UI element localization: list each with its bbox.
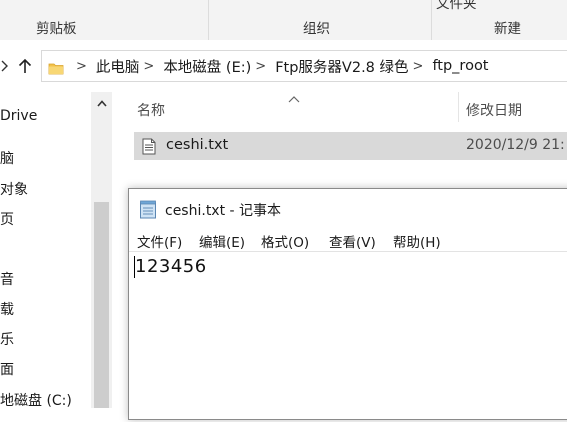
nav-item-desktop[interactable]: 面 — [0, 359, 14, 379]
nav-item-onedrive[interactable]: Drive — [0, 108, 37, 124]
up-button[interactable] — [14, 52, 36, 80]
notepad-window[interactable]: ceshi.txt - 记事本 文件(F) 编辑(E) 格式(O) 查看(V) … — [128, 188, 567, 420]
file-name: ceshi.txt — [166, 137, 229, 153]
back-button[interactable] — [0, 52, 14, 80]
breadcrumb-this-pc[interactable]: 此电脑 — [96, 56, 140, 77]
address-bar[interactable]: > 此电脑 > 本地磁盘 (E:) > Ftp服务器V2.8 绿色 > ftp_… — [41, 50, 567, 82]
menu-view[interactable]: 查看(V) — [329, 231, 376, 251]
breadcrumb-drive-e[interactable]: 本地磁盘 (E:) — [163, 56, 251, 77]
sort-ascending-icon — [288, 88, 300, 107]
chevron-right-icon[interactable]: > — [255, 59, 266, 74]
folder-icon — [48, 60, 64, 74]
nav-item-videos[interactable]: 页 — [0, 209, 14, 229]
menu-format[interactable]: 格式(O) — [261, 231, 309, 251]
nav-item-this-pc[interactable]: 脑 — [0, 148, 14, 168]
chevron-right-icon[interactable]: > — [143, 59, 154, 74]
ribbon: 剪贴板 组织 文件夹 新建 — [0, 0, 567, 41]
file-row[interactable]: ceshi.txt 2020/12/9 21: — [134, 132, 567, 160]
nav-item-music[interactable]: 乐 — [0, 329, 14, 349]
nav-scrollbar-thumb[interactable] — [94, 202, 109, 408]
breadcrumb-ftp-server[interactable]: Ftp服务器V2.8 绿色 — [275, 56, 408, 77]
notepad-title: ceshi.txt - 记事本 — [165, 203, 282, 219]
menu-file[interactable]: 文件(F) — [137, 231, 182, 251]
nav-item-3d-objects[interactable]: 对象 — [0, 179, 28, 199]
ribbon-group-organize[interactable]: 组织 — [303, 17, 330, 37]
nav-item-downloads[interactable]: 载 — [0, 299, 14, 319]
arrow-up-icon — [18, 58, 32, 73]
nav-item-documents[interactable]: 音 — [0, 269, 14, 289]
notepad-text-area[interactable]: 123456 — [129, 251, 567, 422]
notepad-title-bar[interactable]: ceshi.txt - 记事本 — [129, 189, 567, 225]
ribbon-group-new[interactable]: 新建 — [494, 17, 521, 37]
column-header-modified[interactable]: 修改日期 — [466, 100, 522, 120]
notepad-icon — [139, 200, 157, 223]
navigation-pane: Drive 脑 对象 页 音 载 乐 面 地磁盘 (C:) — [0, 92, 112, 410]
nav-item-drive-c[interactable]: 地磁盘 (C:) — [0, 390, 72, 410]
ribbon-group-clipboard[interactable]: 剪贴板 — [36, 17, 77, 37]
chevron-right-icon[interactable]: > — [413, 59, 424, 74]
file-modified-date: 2020/12/9 21: — [466, 137, 565, 153]
menu-edit[interactable]: 编辑(E) — [199, 231, 245, 251]
ribbon-partial-label: 文件夹 — [436, 0, 477, 12]
chevron-right-icon — [1, 60, 8, 72]
column-divider[interactable] — [458, 92, 459, 122]
text-file-icon — [142, 138, 156, 159]
chevron-up-icon — [96, 99, 107, 107]
notepad-content: 123456 — [135, 256, 207, 277]
ribbon-divider — [431, 0, 432, 40]
navigation-bar: > 此电脑 > 本地磁盘 (E:) > Ftp服务器V2.8 绿色 > ftp_… — [0, 40, 567, 92]
scroll-up-button[interactable] — [91, 92, 112, 114]
chevron-right-icon[interactable]: > — [76, 59, 87, 74]
breadcrumb-ftp-root[interactable]: ftp_root — [432, 58, 488, 74]
ribbon-divider — [208, 0, 209, 40]
column-header-name[interactable]: 名称 — [137, 100, 165, 120]
menu-help[interactable]: 帮助(H) — [393, 231, 441, 251]
notepad-menu-bar: 文件(F) 编辑(E) 格式(O) 查看(V) 帮助(H) — [129, 227, 567, 251]
